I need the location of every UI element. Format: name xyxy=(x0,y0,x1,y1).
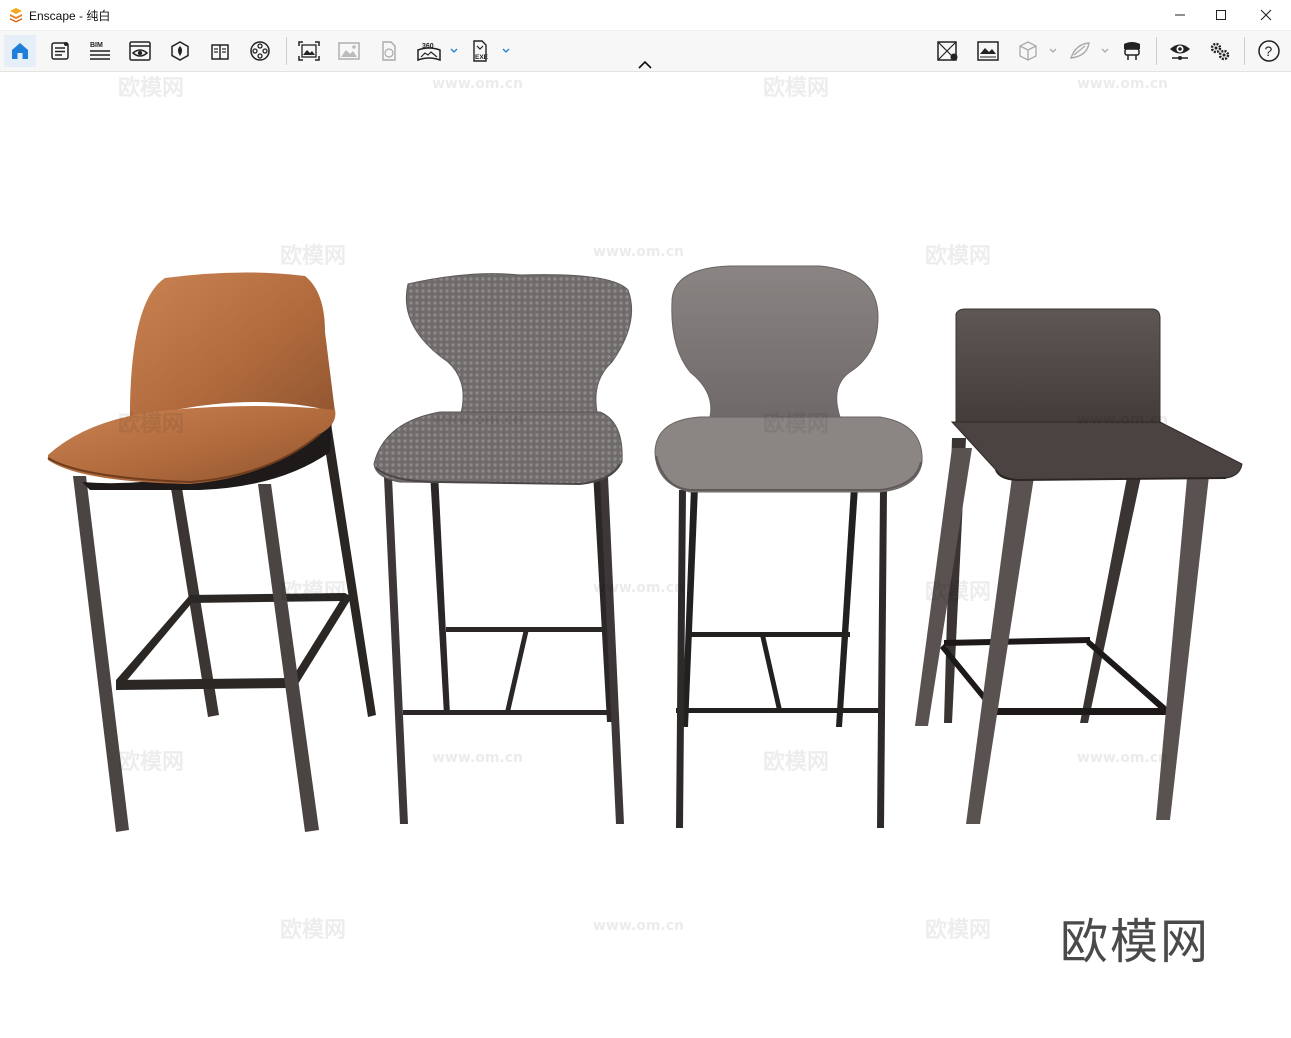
rendering-style-button[interactable] xyxy=(1064,35,1096,67)
notes-button[interactable] xyxy=(44,35,76,67)
close-icon xyxy=(1260,9,1272,21)
views-button[interactable] xyxy=(124,35,156,67)
chevron-down-icon xyxy=(1101,48,1109,53)
video-editor-icon xyxy=(250,41,270,61)
watermark-logo: 欧模网 xyxy=(925,580,992,605)
asset-library-icon xyxy=(171,41,189,61)
app-name: Enscape xyxy=(29,9,76,23)
exe-export-button[interactable]: EXE xyxy=(465,35,497,67)
watermark-url: www.om.cn xyxy=(432,76,524,92)
watermark-logo: 欧模网 xyxy=(280,580,347,605)
hex-fabric-bar-stool xyxy=(373,273,633,824)
close-button[interactable] xyxy=(1243,0,1289,30)
rendering-style-icon xyxy=(1069,42,1090,59)
bim-icon: BIM xyxy=(90,42,110,60)
watermark-logo: 欧模网 xyxy=(925,244,992,269)
panorama-360-icon: 360 xyxy=(417,43,441,62)
video-editor-button[interactable] xyxy=(244,35,276,67)
panorama-button[interactable]: 360 xyxy=(413,35,445,67)
screenshot-button[interactable] xyxy=(293,35,325,67)
home-icon xyxy=(12,43,28,59)
watermark-logo: 欧模网 xyxy=(925,918,992,943)
watermark-logo-large: 欧模网 xyxy=(1060,914,1211,970)
chevron-down-icon xyxy=(1049,48,1057,53)
vr-headset-icon xyxy=(1124,42,1140,60)
rendering-style-dropdown[interactable] xyxy=(1100,43,1110,59)
watermark-logo: 欧模网 xyxy=(280,244,347,269)
exe-export-icon: EXE xyxy=(473,40,489,62)
screenshot-icon xyxy=(298,41,320,61)
collapse-toolbar-icon[interactable] xyxy=(636,58,654,72)
watermark-logo: 欧模网 xyxy=(763,76,830,101)
title-bar: Enscape - 纯白 xyxy=(0,0,1291,31)
toolbar-separator xyxy=(1156,37,1157,65)
asset-library-button[interactable] xyxy=(164,35,196,67)
bim-label: BIM xyxy=(90,42,103,49)
minimap-icon xyxy=(937,41,958,61)
maximize-button[interactable] xyxy=(1198,0,1244,30)
visual-settings-icon xyxy=(1170,44,1190,60)
home-button[interactable] xyxy=(4,35,36,67)
visual-settings-button[interactable] xyxy=(1164,35,1196,67)
watermark-url: www.om.cn xyxy=(432,412,524,428)
cube-dropdown[interactable] xyxy=(1048,43,1058,59)
atmosphere-button[interactable] xyxy=(972,35,1004,67)
help-icon: ? xyxy=(1258,40,1280,62)
minimize-button[interactable] xyxy=(1157,0,1203,30)
watermark-url: www.om.cn xyxy=(1077,412,1169,428)
exe-export-dropdown[interactable] xyxy=(501,43,511,59)
web-export-icon xyxy=(382,41,396,61)
dark-leather-bar-stool xyxy=(915,308,1243,824)
render-viewport[interactable]: 欧模网 www.om.cn 欧模网 www.om.cn 欧模网 www.om.c… xyxy=(0,72,1291,1038)
minimap-button[interactable] xyxy=(932,35,964,67)
watermark-url: www.om.cn xyxy=(593,580,685,596)
help-label: ? xyxy=(1265,43,1273,59)
enscape-logo-icon xyxy=(10,8,22,23)
chevron-down-icon xyxy=(450,48,458,53)
batch-render-button[interactable] xyxy=(333,35,365,67)
watermark-url: www.om.cn xyxy=(432,750,524,766)
exe-label: EXE xyxy=(475,54,489,61)
toolbar-separator xyxy=(1244,37,1245,65)
general-settings-button[interactable] xyxy=(1204,35,1236,67)
chevron-down-icon xyxy=(502,48,510,53)
watermark-url: www.om.cn xyxy=(1077,750,1169,766)
material-editor-button[interactable] xyxy=(204,35,236,67)
minimize-icon xyxy=(1175,14,1185,16)
watermark-logo: 欧模网 xyxy=(118,750,185,775)
watermark-logo: 欧模网 xyxy=(763,750,830,775)
help-button[interactable]: ? xyxy=(1253,35,1285,67)
notes-icon xyxy=(51,42,69,60)
watermark-url: www.om.cn xyxy=(593,918,685,934)
watermark-logo: 欧模网 xyxy=(280,918,347,943)
bim-button[interactable]: BIM xyxy=(84,35,116,67)
scene-name: 纯白 xyxy=(86,9,111,23)
toolbar-separator xyxy=(286,37,287,65)
window-title: Enscape - 纯白 xyxy=(29,9,111,23)
watermark-logo: 欧模网 xyxy=(118,412,185,437)
cube-icon xyxy=(1019,41,1037,61)
batch-render-icon xyxy=(338,42,360,60)
tan-leather-bar-stool xyxy=(47,272,376,832)
web-export-button[interactable] xyxy=(373,35,405,67)
watermark-logo: 欧模网 xyxy=(118,76,185,101)
chair-scene xyxy=(47,265,1243,832)
watermark-url: www.om.cn xyxy=(1077,76,1169,92)
atmosphere-icon xyxy=(977,41,999,61)
vr-headset-button[interactable] xyxy=(1116,35,1148,67)
general-settings-icon xyxy=(1210,42,1230,61)
maximize-icon xyxy=(1216,10,1226,20)
watermark-logo: 欧模网 xyxy=(763,412,830,437)
cube-button[interactable] xyxy=(1012,35,1044,67)
watermark-url: www.om.cn xyxy=(593,244,685,260)
panorama-dropdown[interactable] xyxy=(449,43,459,59)
material-editor-icon xyxy=(211,44,229,60)
views-icon xyxy=(129,41,151,61)
